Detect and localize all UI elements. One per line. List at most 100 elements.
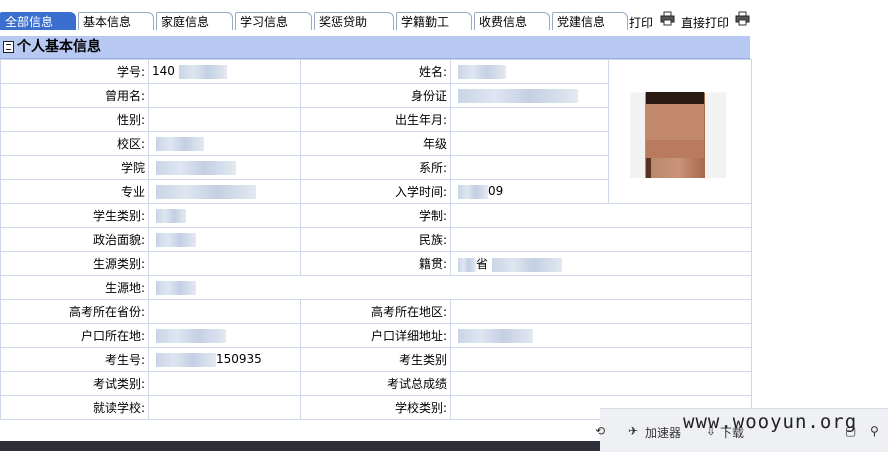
tab-all-info[interactable]: 全部信息 (0, 12, 76, 30)
redacted-value (178, 64, 227, 79)
tab-bar: 全部信息 基本信息 家庭信息 学习信息 奖惩贷助 学籍勤工 收费信息 党建信息 (0, 12, 888, 32)
printer-icon[interactable] (660, 11, 675, 26)
tab-party-info[interactable]: 党建信息 (552, 12, 628, 30)
field-label: 性别: (0, 107, 149, 132)
student-id-value: 140 (148, 59, 301, 84)
redacted-value (156, 136, 204, 151)
field-label: 高考所在地区: (300, 299, 451, 324)
field-label: 学号: (0, 59, 149, 84)
department-value (450, 155, 609, 180)
field-label: 姓名: (300, 59, 451, 84)
redacted-value (492, 257, 563, 272)
redacted-value (156, 328, 226, 343)
field-label: 系所: (300, 155, 451, 180)
household-place-value (148, 323, 301, 348)
field-label: 考生类别 (300, 347, 451, 372)
table-row: 生源地: (0, 275, 752, 300)
redacted-value (156, 232, 196, 247)
table-row: 学生类别: 学制: (0, 203, 752, 228)
field-label: 年级 (300, 131, 451, 156)
exam-region-value (450, 299, 752, 324)
field-label: 学制: (300, 203, 451, 228)
field-label: 就读学校: (0, 395, 149, 420)
redacted-value (156, 280, 196, 295)
previous-school-value (148, 395, 301, 420)
source-type-value (148, 251, 301, 276)
ethnicity-value (450, 227, 752, 252)
field-label: 户口所在地: (0, 323, 149, 348)
table-row: 户口所在地: 户口详细地址: (0, 323, 752, 348)
former-name-value (148, 83, 301, 108)
gender-value (148, 107, 301, 132)
examinee-number-value: 150935 (148, 347, 301, 372)
field-label: 学生类别: (0, 203, 149, 228)
print-link[interactable]: 打印 (629, 14, 653, 31)
field-label: 户口详细地址: (300, 323, 451, 348)
exam-type-value (148, 371, 301, 396)
native-place-value: 省 (450, 251, 752, 276)
direct-printer-icon[interactable] (735, 11, 750, 26)
direct-print-link[interactable]: 直接打印 (681, 14, 729, 31)
exam-province-value (148, 299, 301, 324)
field-label: 学校类别: (300, 395, 451, 420)
table-row: 考试类别: 考试总成绩 (0, 371, 752, 396)
field-label: 生源地: (0, 275, 149, 300)
field-label: 民族: (300, 227, 451, 252)
field-label: 考试类别: (0, 371, 149, 396)
site-watermark: www.wooyun.org (683, 411, 858, 433)
accelerator-icon[interactable]: ✈ (628, 424, 638, 438)
accelerator-label[interactable]: 加速器 (645, 424, 681, 441)
field-label: 校区: (0, 131, 149, 156)
tab-fee-info[interactable]: 收费信息 (474, 12, 550, 30)
document-icon (3, 41, 14, 53)
id-card-value (450, 83, 609, 108)
redacted-value (458, 64, 506, 79)
redacted-value (458, 328, 533, 343)
exam-total-score-value (450, 371, 752, 396)
field-label: 考生号: (0, 347, 149, 372)
school-system-value (450, 203, 752, 228)
birth-date-value (450, 107, 609, 132)
field-label: 身份证 (300, 83, 451, 108)
field-label: 高考所在省份: (0, 299, 149, 324)
enroll-date-value: 09 (450, 179, 609, 204)
field-label: 出生年月: (300, 107, 451, 132)
source-place-value (148, 275, 752, 300)
table-row: 高考所在省份: 高考所在地区: (0, 299, 752, 324)
pixelated-face (646, 92, 704, 158)
zoom-icon[interactable]: ⚲ (870, 424, 879, 438)
field-label: 曾用名: (0, 83, 149, 108)
section-title: 个人基本信息 (17, 39, 101, 55)
section-header: 个人基本信息 (0, 36, 750, 59)
refresh-icon[interactable]: ⟲ (595, 424, 605, 438)
field-label: 政治面貌: (0, 227, 149, 252)
field-label: 专业 (0, 179, 149, 204)
field-label: 入学时间: (300, 179, 451, 204)
tab-study-info[interactable]: 学习信息 (235, 12, 312, 30)
grade-value (450, 131, 609, 156)
redacted-value (156, 208, 186, 223)
campus-value (148, 131, 301, 156)
redacted-value (458, 257, 476, 272)
redacted-value (458, 184, 488, 199)
tab-basic-info[interactable]: 基本信息 (78, 12, 154, 30)
field-label: 籍贯: (300, 251, 451, 276)
tab-status-work[interactable]: 学籍勤工 (396, 12, 472, 30)
tab-rewards-aid[interactable]: 奖惩贷助 (314, 12, 394, 30)
field-label: 学院 (0, 155, 149, 180)
field-label: 生源类别: (0, 251, 149, 276)
redacted-value (156, 352, 216, 367)
field-label: 考试总成绩 (300, 371, 451, 396)
table-row: 政治面貌: 民族: (0, 227, 752, 252)
major-value (148, 179, 301, 204)
examinee-type-value (450, 347, 752, 372)
political-status-value (148, 227, 301, 252)
table-row: 考生号: 150935 考生类别 (0, 347, 752, 372)
household-address-value (450, 323, 752, 348)
student-photo (630, 74, 726, 178)
student-type-value (148, 203, 301, 228)
tab-family-info[interactable]: 家庭信息 (156, 12, 233, 30)
college-value (148, 155, 301, 180)
redacted-value (458, 88, 578, 103)
table-row: 生源类别: 籍贯: 省 (0, 251, 752, 276)
